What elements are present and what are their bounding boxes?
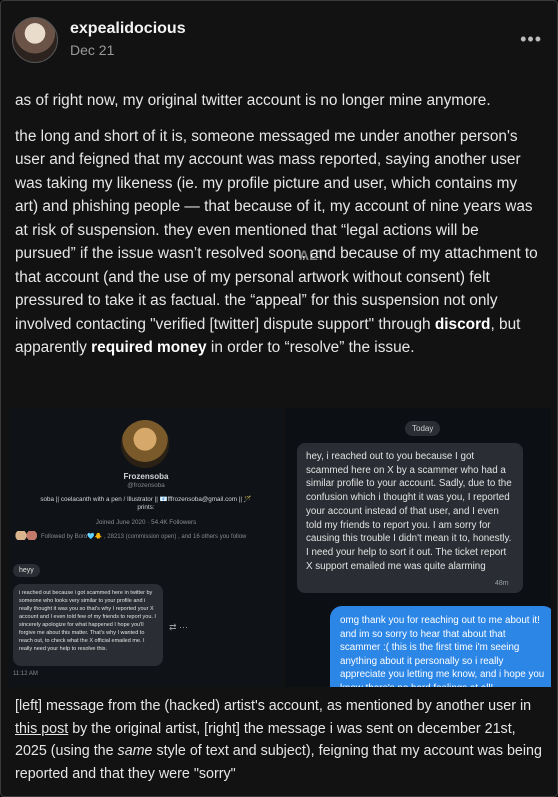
msg-long: i reached out because i got scammed here… [13, 584, 163, 666]
left-screenshot[interactable]: Frozensoba @frozensoba soba || coelacant… [9, 408, 283, 687]
username[interactable]: expealidocious [70, 20, 186, 38]
received-time: 48m [495, 580, 509, 587]
post-header: expealidocious Dec 21 ••• [12, 17, 546, 65]
joined-line: Joined June 2020 · 54.4K Followers [95, 519, 197, 526]
text: [left] message from the (hacked) artist'… [15, 698, 532, 714]
image-caption: [left] message from the (hacked) artist'… [15, 695, 543, 785]
msg-time: 11:12 AM [13, 671, 38, 677]
reply-icons: ⇄ ⋯ [169, 622, 189, 632]
post-body: as of right now, my original twitter acc… [15, 89, 543, 372]
profile-bio: soba || coelacanth with a pen / Illustra… [40, 496, 252, 503]
post-date[interactable]: Dec 21 [70, 42, 114, 58]
sent-message: omg thank you for reaching out to me abo… [330, 606, 551, 687]
alt-badge[interactable]: ALT [299, 247, 325, 263]
bold-text: discord [434, 315, 491, 333]
bold-text: required money [91, 339, 207, 356]
profile-handle: @frozensoba [127, 482, 165, 489]
profile-name: Frozensoba [123, 472, 169, 481]
paragraph-1: as of right now, my original twitter acc… [15, 92, 491, 109]
today-divider: Today [405, 421, 441, 436]
post-card: expealidocious Dec 21 ••• as of right no… [0, 0, 558, 797]
right-screenshot[interactable]: Today hey, i reached out to you because … [285, 408, 551, 687]
received-message: hey, i reached out to you because I got … [297, 443, 523, 593]
profile-bio-2: prints: [137, 504, 155, 511]
image-set[interactable]: Frozensoba @frozensoba soba || coelacant… [9, 408, 551, 687]
follower-avatars [15, 531, 39, 540]
text: the long and short of it is, someone mes… [15, 127, 538, 333]
msg-heyy: heyy [13, 564, 40, 577]
followed-by: Followed by Boro🩵🐥 , 28213 (commission o… [41, 534, 247, 540]
text: in order to “resolve” the issue. [206, 339, 415, 356]
more-options-icon[interactable]: ••• [520, 29, 542, 50]
this-post-link[interactable]: this post [15, 721, 68, 737]
avatar[interactable] [12, 17, 58, 63]
italic-text: same [117, 743, 153, 759]
paragraph-2: the long and short of it is, someone mes… [15, 125, 543, 360]
profile-avatar [121, 420, 169, 468]
